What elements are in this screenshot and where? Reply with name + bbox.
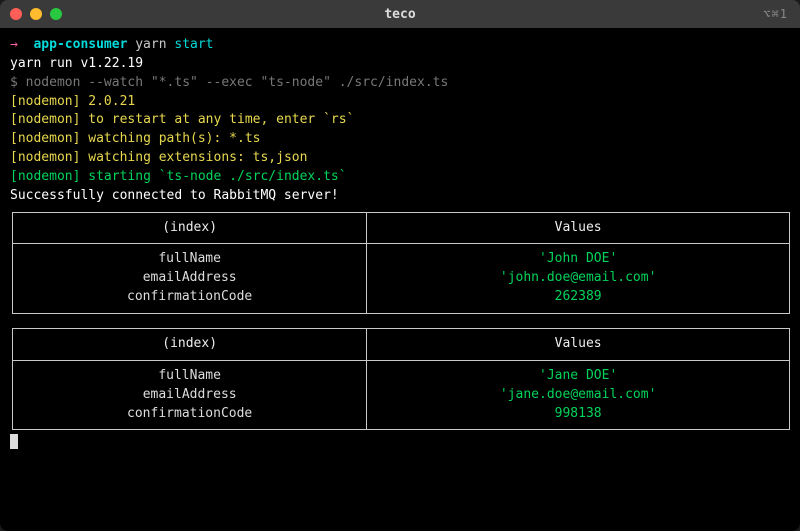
table-key: fullName	[31, 250, 348, 269]
prompt-arrow-icon: →	[10, 37, 18, 52]
console-table-2: (index) Values fullName emailAddress con…	[12, 328, 790, 430]
cursor	[10, 430, 790, 456]
nodemon-line-3: [nodemon] watching path(s): *.ts	[10, 130, 790, 149]
table-key: emailAddress	[31, 386, 348, 405]
nodemon-line-1: [nodemon] 2.0.21	[10, 93, 790, 112]
table-values-cell: 'Jane DOE' 'jane.doe@email.com' 998138	[367, 360, 790, 430]
table-key: confirmationCode	[31, 405, 348, 424]
table-value: 262389	[385, 288, 771, 307]
nodemon-line-2: [nodemon] to restart at any time, enter …	[10, 111, 790, 130]
table-header-index: (index)	[13, 328, 367, 360]
nodemon-tag: [nodemon]	[10, 150, 80, 165]
traffic-lights	[10, 8, 62, 20]
table-value: 998138	[385, 405, 771, 424]
table-row: fullName emailAddress confirmationCode '…	[13, 360, 790, 430]
table-key: confirmationCode	[31, 288, 348, 307]
table-header-values: Values	[367, 328, 790, 360]
cmd-yarn: yarn	[135, 37, 166, 52]
table-keys-cell: fullName emailAddress confirmationCode	[13, 244, 367, 314]
table-header-row: (index) Values	[13, 328, 790, 360]
table-header-index: (index)	[13, 212, 367, 244]
nodemon-tag: [nodemon]	[10, 131, 80, 146]
table-values-cell: 'John DOE' 'john.doe@email.com' 262389	[367, 244, 790, 314]
nodemon-tag: [nodemon]	[10, 94, 80, 109]
table-key: fullName	[31, 367, 348, 386]
nodemon-text-5: starting `ts-node ./src/index.ts`	[80, 169, 346, 184]
table-value: 'Jane DOE'	[385, 367, 771, 386]
window-title: teco	[0, 7, 800, 22]
table-row: fullName emailAddress confirmationCode '…	[13, 244, 790, 314]
window-shortcut: ⌥⌘1	[763, 7, 788, 21]
console-tables: (index) Values fullName emailAddress con…	[12, 212, 790, 431]
table-value: 'john.doe@email.com'	[385, 269, 771, 288]
terminal-body[interactable]: → app-consumer yarn start yarn run v1.22…	[0, 28, 800, 531]
nodemon-cmd-line: $ nodemon --watch "*.ts" --exec "ts-node…	[10, 74, 790, 93]
nodemon-line-4: [nodemon] watching extensions: ts,json	[10, 149, 790, 168]
table-header-row: (index) Values	[13, 212, 790, 244]
nodemon-text-4: watching extensions: ts,json	[80, 150, 307, 165]
table-header-values: Values	[367, 212, 790, 244]
table-value: 'jane.doe@email.com'	[385, 386, 771, 405]
prompt-dir: app-consumer	[33, 37, 127, 52]
table-value: 'John DOE'	[385, 250, 771, 269]
nodemon-cmd-text: nodemon --watch "*.ts" --exec "ts-node" …	[26, 75, 449, 90]
nodemon-tag: [nodemon]	[10, 169, 80, 184]
table-keys-cell: fullName emailAddress confirmationCode	[13, 360, 367, 430]
nodemon-text-3: watching path(s): *.ts	[80, 131, 260, 146]
maximize-icon[interactable]	[50, 8, 62, 20]
connected-line: Successfully connected to RabbitMQ serve…	[10, 187, 790, 206]
prompt-line: → app-consumer yarn start	[10, 36, 790, 55]
dollar-prefix: $	[10, 75, 26, 90]
console-table-1: (index) Values fullName emailAddress con…	[12, 212, 790, 314]
nodemon-tag: [nodemon]	[10, 112, 80, 127]
yarn-run-line: yarn run v1.22.19	[10, 55, 790, 74]
nodemon-text-2: to restart at any time, enter `rs`	[80, 112, 354, 127]
nodemon-line-5: [nodemon] starting `ts-node ./src/index.…	[10, 168, 790, 187]
nodemon-text-1: 2.0.21	[80, 94, 135, 109]
titlebar[interactable]: teco ⌥⌘1	[0, 0, 800, 28]
close-icon[interactable]	[10, 8, 22, 20]
cmd-start: start	[174, 37, 213, 52]
minimize-icon[interactable]	[30, 8, 42, 20]
terminal-window: teco ⌥⌘1 → app-consumer yarn start yarn …	[0, 0, 800, 531]
table-key: emailAddress	[31, 269, 348, 288]
